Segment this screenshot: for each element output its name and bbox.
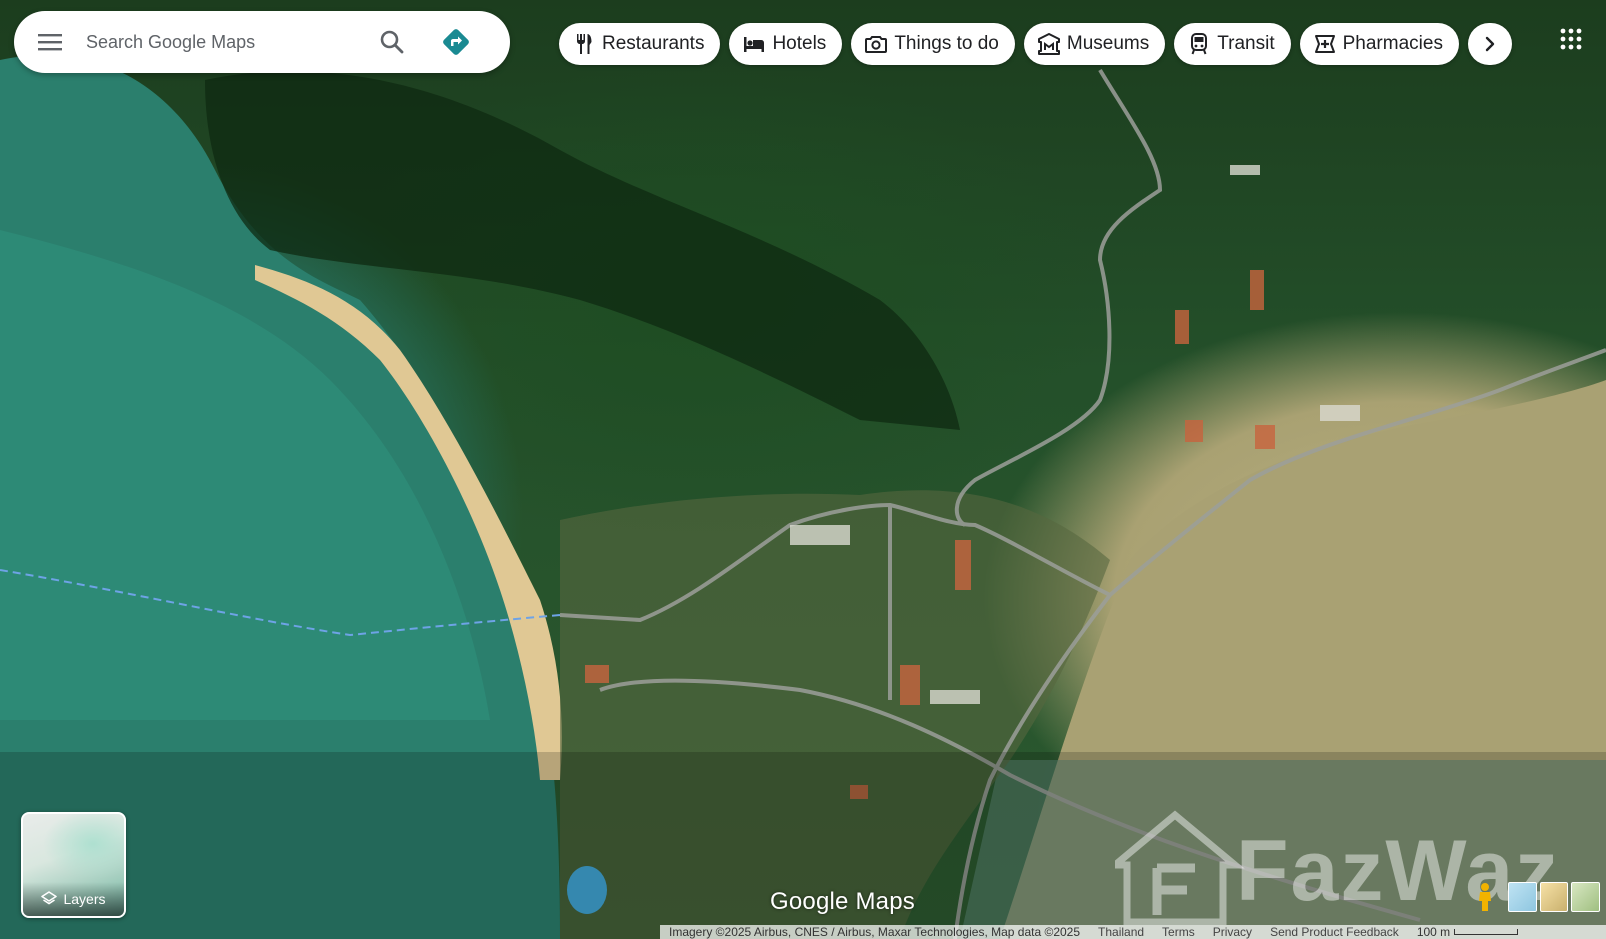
search-input[interactable]: [84, 30, 368, 54]
tile-map[interactable]: [1571, 882, 1601, 912]
terms-link[interactable]: Terms: [1153, 925, 1204, 939]
menu-button[interactable]: [24, 16, 76, 68]
imagery-credit: Imagery ©2025 Airbus, CNES / Airbus, Max…: [669, 925, 1081, 939]
search-button[interactable]: [370, 20, 414, 64]
google-maps-logo: Google Maps: [770, 888, 915, 915]
chip-hotels[interactable]: Hotels: [729, 23, 843, 65]
country-link[interactable]: Thailand: [1089, 925, 1153, 939]
restaurant-icon: [573, 33, 595, 55]
pegman-icon[interactable]: [1474, 882, 1496, 912]
hamburger-menu-icon: [38, 34, 62, 51]
camera-icon: [865, 33, 888, 55]
chip-things-to-do[interactable]: Things to do: [851, 23, 1015, 65]
search-box: [14, 11, 510, 73]
chevron-right-icon: [1485, 36, 1495, 52]
directions-icon: [443, 29, 469, 55]
chip-label: Things to do: [894, 33, 999, 54]
layers-icon: [41, 891, 58, 905]
directions-button[interactable]: [434, 20, 478, 64]
search-icon: [380, 30, 404, 54]
tile-globe[interactable]: [1508, 882, 1537, 912]
privacy-link[interactable]: Privacy: [1204, 925, 1261, 939]
category-chips: Restaurants Hotels Things to do Museums …: [559, 23, 1512, 65]
apps-grid-icon: [1560, 28, 1582, 50]
attribution-bar: Imagery ©2025 Airbus, CNES / Airbus, Max…: [660, 925, 1606, 939]
layers-button[interactable]: Layers: [21, 812, 126, 918]
chip-label: Restaurants: [602, 33, 705, 54]
pharmacy-icon: [1314, 33, 1336, 55]
chip-pharmacies[interactable]: Pharmacies: [1299, 23, 1459, 65]
transit-icon: [1188, 33, 1210, 55]
scale-control[interactable]: 100 m: [1408, 925, 1527, 939]
feedback-link[interactable]: Send Product Feedback: [1261, 925, 1408, 939]
google-apps-button[interactable]: [1556, 24, 1586, 54]
imagery-tiles: [1508, 882, 1601, 912]
chip-label: Museums: [1066, 33, 1150, 54]
layers-label: Layers: [63, 891, 106, 907]
chip-restaurants[interactable]: Restaurants: [559, 23, 721, 65]
chip-museums[interactable]: Museums: [1023, 23, 1166, 65]
scale-label: 100 m: [1416, 925, 1451, 939]
chip-transit[interactable]: Transit: [1174, 23, 1291, 65]
chip-label: Pharmacies: [1342, 33, 1443, 54]
chip-label: Transit: [1217, 33, 1275, 54]
chips-next-button[interactable]: [1467, 23, 1512, 65]
hotel-icon: [743, 33, 765, 55]
satellite-map[interactable]: [0, 0, 1606, 939]
chip-label: Hotels: [772, 33, 827, 54]
museum-icon: [1037, 33, 1060, 55]
scale-bar: [1454, 929, 1519, 935]
layers-label-row: Layers: [23, 882, 124, 916]
tile-terrain[interactable]: [1539, 882, 1569, 912]
